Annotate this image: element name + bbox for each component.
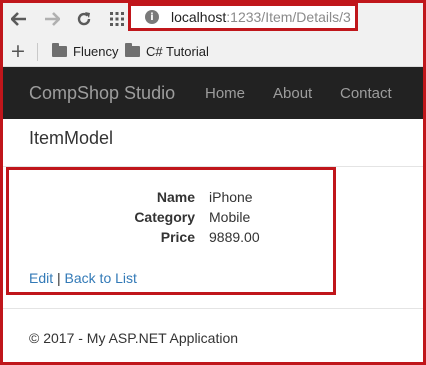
page-title: ItemModel: [29, 128, 114, 148]
add-bookmark-icon[interactable]: +: [10, 41, 26, 61]
footer-divider: [0, 308, 426, 309]
apps-grid-icon[interactable]: [107, 9, 127, 29]
reload-icon[interactable]: [74, 9, 94, 29]
detail-label: Name: [156, 189, 195, 205]
page-footer: © 2017 - My ASP.NET Application: [29, 330, 239, 346]
nav-about[interactable]: About: [273, 85, 312, 102]
nav-contact[interactable]: Contact: [340, 85, 392, 102]
url-host: localhost: [171, 9, 227, 25]
detail-value: 9889.00: [209, 229, 260, 245]
edit-link[interactable]: Edit: [29, 270, 53, 286]
back-arrow-icon[interactable]: [9, 9, 29, 29]
forward-arrow-icon[interactable]: [42, 9, 62, 29]
page-content: ItemModel Name iPhone Category Mobile Pr…: [0, 119, 426, 365]
bookmark-label: Fluency: [73, 44, 119, 59]
bookmark-fluency[interactable]: Fluency: [52, 43, 119, 59]
bookmarks-divider: [37, 43, 38, 61]
link-separator: |: [57, 270, 61, 286]
detail-row-name: Name iPhone: [9, 189, 339, 209]
site-info-icon[interactable]: i: [145, 10, 159, 24]
site-navbar: CompShop Studio Home About Contact: [0, 67, 426, 119]
bookmarks-bar: + Fluency C# Tutorial: [0, 38, 426, 67]
browser-toolbar: i localhost:1233/Item/Details/3: [0, 0, 426, 38]
detail-value: Mobile: [209, 209, 251, 225]
item-details: Name iPhone Category Mobile Price 9889.0…: [6, 167, 336, 295]
action-links: Edit | Back to List: [29, 270, 137, 286]
detail-label: Price: [160, 229, 195, 245]
detail-row-price: Price 9889.00: [9, 229, 339, 249]
folder-icon: [125, 43, 140, 57]
nav-home[interactable]: Home: [205, 85, 245, 102]
url-path: :1233/Item/Details/3: [226, 9, 351, 25]
back-to-list-link[interactable]: Back to List: [65, 270, 137, 286]
address-bar[interactable]: i localhost:1233/Item/Details/3: [128, 3, 358, 31]
bookmark-csharp-tutorial[interactable]: C# Tutorial: [125, 43, 209, 59]
detail-row-category: Category Mobile: [9, 209, 339, 229]
bookmark-label: C# Tutorial: [146, 44, 209, 59]
folder-icon: [52, 43, 67, 57]
detail-label: Category: [134, 209, 195, 225]
url-text[interactable]: localhost:1233/Item/Details/3: [171, 9, 351, 25]
detail-value: iPhone: [209, 189, 253, 205]
site-brand[interactable]: CompShop Studio: [29, 83, 175, 104]
